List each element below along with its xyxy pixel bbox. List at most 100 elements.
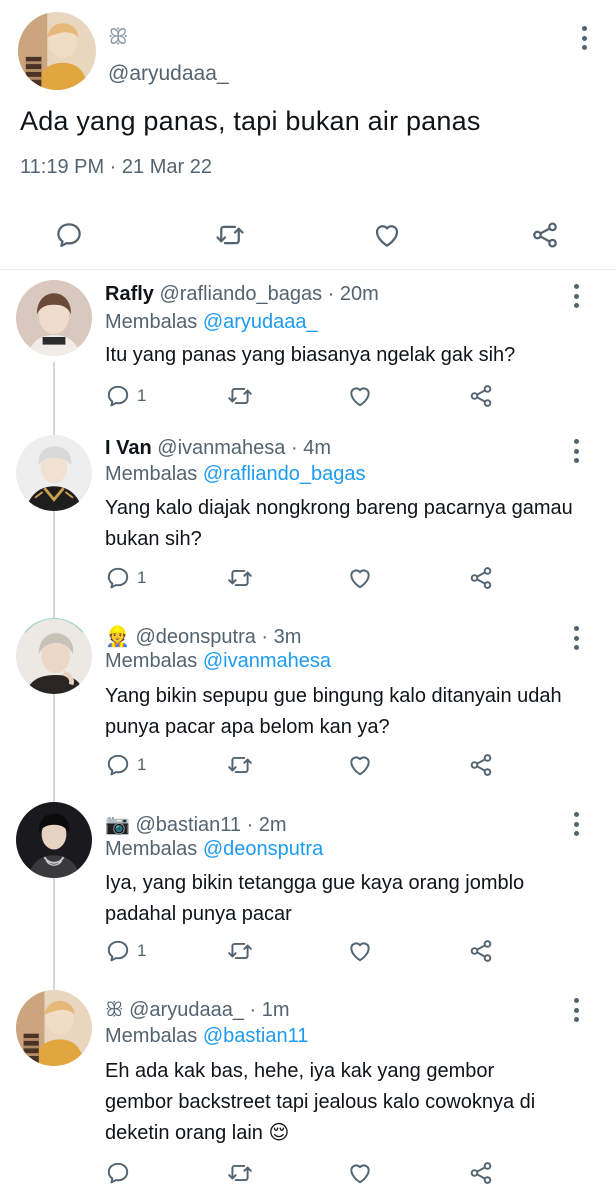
retweet-button[interactable]	[226, 1160, 254, 1186]
share-icon	[530, 220, 560, 250]
retweet-button[interactable]	[226, 383, 254, 409]
display-name[interactable]: I Van	[105, 437, 152, 459]
avatar[interactable]	[16, 990, 92, 1066]
reply-header: Rafly @rafliando_bagas · 20m	[105, 283, 379, 306]
like-button[interactable]	[347, 938, 373, 964]
replying-to: Membalas @bastian11	[105, 1025, 308, 1048]
reply-count: 1	[137, 941, 147, 960]
replying-to: Membalas @aryudaaa_	[105, 311, 318, 334]
avatar[interactable]	[16, 802, 92, 878]
share-icon	[468, 938, 494, 964]
reply-time[interactable]: · 3m	[261, 626, 301, 648]
like-button[interactable]	[347, 383, 373, 409]
reply-count: 1	[137, 386, 147, 405]
author-handle[interactable]: @aryudaaa_	[129, 999, 244, 1021]
reply-tweet: 👷 @deonsputra · 3m Membalas @ivanmahesa …	[0, 612, 616, 802]
display-name[interactable]: 👷	[105, 626, 130, 648]
reply-icon	[105, 565, 131, 591]
avatar[interactable]	[16, 618, 92, 694]
share-button[interactable]	[468, 565, 494, 591]
share-button[interactable]	[468, 383, 494, 409]
like-button[interactable]	[347, 565, 373, 591]
author-handle[interactable]: @rafliando_bagas	[159, 283, 322, 305]
reply-button[interactable]: 1	[105, 383, 146, 409]
retweet-button[interactable]	[214, 220, 246, 250]
reply-header: 📷 @bastian11 · 2m	[105, 812, 287, 837]
retweet-button[interactable]	[226, 565, 254, 591]
reply-time[interactable]: · 4m	[291, 437, 331, 459]
share-icon	[468, 383, 494, 409]
replying-label: Membalas	[105, 1025, 198, 1047]
replying-to-handle[interactable]: @aryudaaa_	[203, 311, 318, 333]
reply-icon	[105, 938, 131, 964]
reply-text: Itu yang panas yang biasanya ngelak gak …	[105, 344, 516, 366]
author-handle[interactable]: @aryudaaa_	[108, 62, 229, 86]
author-handle[interactable]: @deonsputra	[135, 626, 255, 648]
reply-time[interactable]: · 1m	[250, 999, 290, 1021]
avatar[interactable]	[16, 280, 92, 356]
retweet-icon	[226, 752, 254, 778]
reply-time[interactable]: · 20m	[328, 283, 379, 305]
replying-label: Membalas	[105, 463, 198, 485]
reply-button[interactable]	[54, 220, 84, 250]
reply-time[interactable]: · 2m	[247, 814, 287, 836]
tweet-timestamp[interactable]: 11:19 PM · 21 Mar 22	[20, 156, 212, 179]
avatar[interactable]	[16, 435, 92, 511]
author-handle[interactable]: @bastian11	[135, 814, 241, 836]
replying-to-handle[interactable]: @ivanmahesa	[203, 650, 331, 672]
like-icon	[372, 220, 402, 250]
reply-button[interactable]: 1	[105, 938, 146, 964]
replying-label: Membalas	[105, 650, 198, 672]
like-button[interactable]	[372, 220, 402, 250]
reply-tweet: ꕥ @aryudaaa_ · 1m Membalas @bastian11 Eh…	[0, 988, 616, 1200]
retweet-button[interactable]	[226, 752, 254, 778]
like-button[interactable]	[347, 752, 373, 778]
reply-icon	[105, 752, 131, 778]
reply-button[interactable]: 1	[105, 752, 146, 778]
display-name[interactable]: 📷	[105, 814, 130, 836]
share-button[interactable]	[530, 220, 560, 250]
more-icon[interactable]	[572, 626, 580, 650]
display-name[interactable]: Rafly	[105, 283, 154, 305]
more-icon[interactable]	[572, 284, 580, 308]
author-handle[interactable]: @ivanmahesa	[157, 437, 285, 459]
replying-to-handle[interactable]: @rafliando_bagas	[203, 463, 366, 485]
more-icon[interactable]	[580, 26, 588, 50]
retweet-icon	[226, 1160, 254, 1186]
more-icon[interactable]	[572, 812, 580, 836]
reply-header: ꕥ @aryudaaa_ · 1m	[105, 999, 290, 1022]
share-button[interactable]	[468, 1160, 494, 1186]
like-icon	[347, 1160, 373, 1186]
reply-actions: 1	[0, 565, 616, 595]
reply-button[interactable]: 1	[105, 565, 146, 591]
reply-text: Yang kalo diajak nongkrong bareng pacarn…	[105, 497, 573, 550]
reply-count: 1	[137, 568, 147, 587]
reply-button[interactable]	[105, 1160, 137, 1186]
retweet-icon	[226, 938, 254, 964]
like-button[interactable]	[347, 1160, 373, 1186]
replying-to-handle[interactable]: @deonsputra	[203, 838, 323, 860]
retweet-button[interactable]	[226, 938, 254, 964]
reply-count: 1	[137, 755, 147, 774]
reply-text: Eh ada kak bas, hehe, iya kak yang gembo…	[105, 1060, 536, 1144]
display-name[interactable]: ꕥ	[105, 999, 124, 1021]
more-icon[interactable]	[572, 439, 580, 463]
avatar[interactable]	[18, 12, 96, 90]
replying-to: Membalas @ivanmahesa	[105, 650, 331, 673]
reply-header: I Van @ivanmahesa · 4m	[105, 437, 331, 460]
reply-icon	[105, 1160, 131, 1186]
like-icon	[347, 383, 373, 409]
share-button[interactable]	[468, 938, 494, 964]
share-icon	[468, 565, 494, 591]
reply-text: Yang bikin sepupu gue bingung kalo ditan…	[105, 685, 562, 738]
replying-label: Membalas	[105, 838, 198, 860]
replying-to-handle[interactable]: @bastian11	[203, 1025, 309, 1047]
share-button[interactable]	[468, 752, 494, 778]
reply-header: 👷 @deonsputra · 3m	[105, 624, 301, 649]
replying-label: Membalas	[105, 311, 198, 333]
retweet-icon	[214, 220, 246, 250]
main-tweet: ꕥ @aryudaaa_ Ada yang panas, tapi bukan …	[0, 0, 616, 270]
reply-text: Iya, yang bikin tetangga gue kaya orang …	[105, 872, 525, 925]
reply-actions: 1	[0, 938, 616, 968]
more-icon[interactable]	[572, 998, 580, 1022]
